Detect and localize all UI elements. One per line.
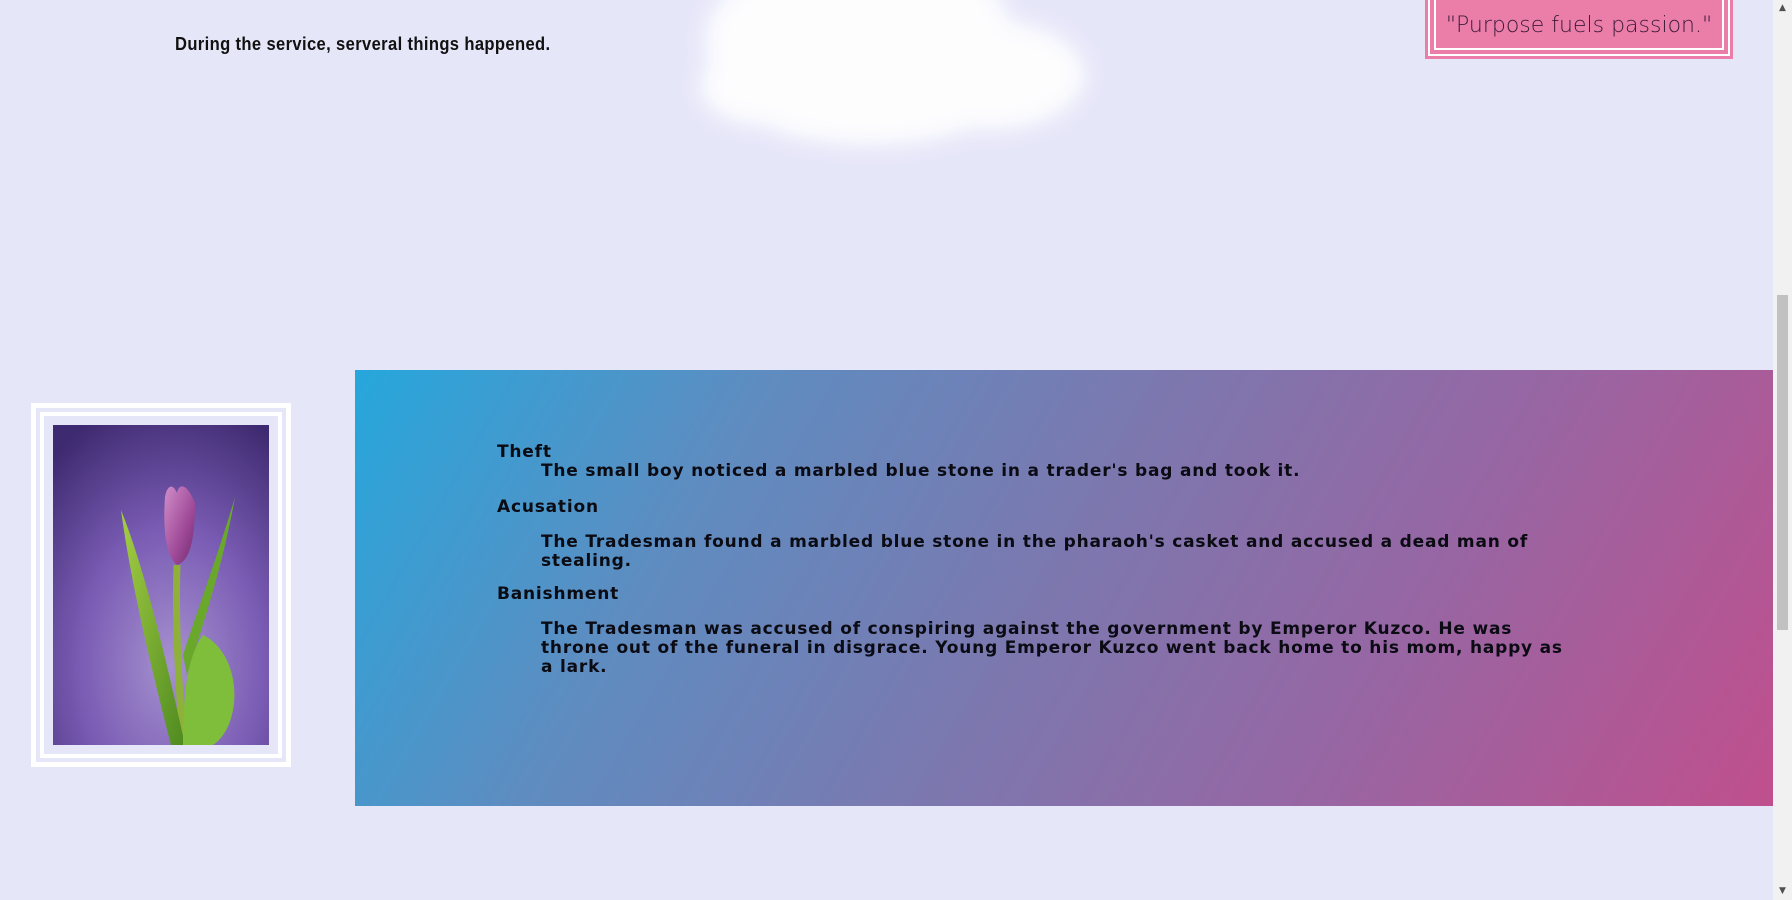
scroll-thumb[interactable] — [1777, 295, 1788, 630]
scroll-down-icon[interactable]: ▼ — [1773, 883, 1792, 900]
cropped-top-text: ~ ~ ~ ~ ~ ~ ~ ~ — [170, 0, 364, 2]
events-panel: Theft The small boy noticed a marbled bl… — [355, 370, 1773, 806]
page-content: ~ ~ ~ ~ ~ ~ ~ ~ During the service, serv… — [0, 0, 1773, 900]
cloud-decoration — [700, 0, 1085, 145]
vertical-scrollbar[interactable]: ▲ ▼ — [1773, 0, 1792, 900]
scroll-up-icon[interactable]: ▲ — [1773, 0, 1792, 17]
tulip-photo — [53, 425, 269, 745]
events-list: Theft The small boy noticed a marbled bl… — [497, 442, 1577, 677]
quote-box: "Purpose fuels passion." — [1428, 0, 1730, 56]
quote-text: "Purpose fuels passion." — [1445, 12, 1713, 38]
event-term-acusation: Acusation — [497, 497, 599, 517]
event-description-banishment: The Tradesman was accused of conspiring … — [541, 619, 1563, 677]
event-term-banishment: Banishment — [497, 584, 620, 604]
tulip-photo-frame — [31, 403, 291, 767]
event-term-theft: Theft — [497, 442, 552, 462]
service-text: During the service, serveral things happ… — [175, 34, 551, 54]
event-description-theft: The small boy noticed a marbled blue sto… — [541, 461, 1301, 481]
event-description-acusation: The Tradesman found a marbled blue stone… — [541, 532, 1529, 571]
